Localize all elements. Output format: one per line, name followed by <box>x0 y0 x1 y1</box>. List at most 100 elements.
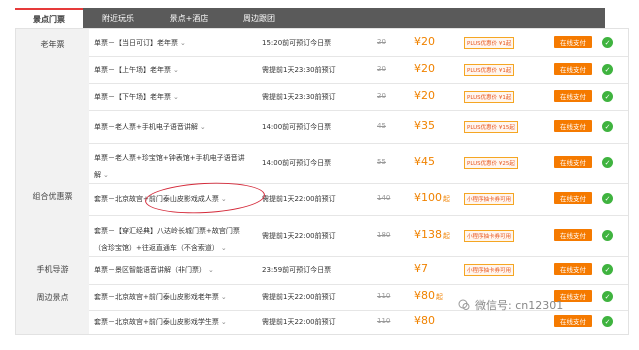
wechat-icon[interactable]: ✓ <box>602 264 613 275</box>
ticket-row: 单票－【当日可订】老年票 ⌄ 15:20前可预订今日票 20 ¥20 PLUS优惠价 ¥1… <box>16 29 628 57</box>
ticket-name-line: 套票－【穿汇经典】八达岭长城门票+故宫门票 <box>94 227 240 235</box>
price-value: ¥80 <box>414 314 435 327</box>
wechat-logo-icon <box>458 299 470 310</box>
booking-rule: 14:00前可预订今日票 <box>262 123 332 131</box>
pay-online-button[interactable]: 在线支付 <box>554 63 592 75</box>
price-suffix: 起 <box>443 232 450 240</box>
booking-rule: 需提前1天23:30前预订 <box>262 93 336 101</box>
category-label: 老年票 <box>16 29 89 183</box>
pay-online-button[interactable]: 在线支付 <box>554 36 592 48</box>
ticket-name-line: 单票－【当日可订】老年票 ⌄ <box>94 39 186 47</box>
wechat-icon[interactable]: ✓ <box>602 157 613 168</box>
pay-online-button[interactable]: 在线支付 <box>554 263 592 275</box>
ticket-name-line: 套票－北京故宫+前门泰山皮影戏老年票 ⌄ <box>94 293 227 301</box>
wechat-watermark: 微信号: cn12301 <box>458 297 563 313</box>
promo-badge: 小程序抽卡券可用 <box>464 264 515 276</box>
ticket-name-line: 套票－北京故宫+前门泰山皮影戏学生票 ⌄ <box>94 318 227 326</box>
wechat-icon[interactable]: ✓ <box>602 230 613 241</box>
current-price: ¥100起 <box>414 191 450 204</box>
pay-online-button[interactable]: 在线支付 <box>554 156 592 168</box>
current-price: ¥20 <box>414 35 435 48</box>
original-price: 20 <box>377 38 386 46</box>
category-label: 周边景点 <box>16 284 89 334</box>
wechat-icon[interactable]: ✓ <box>602 91 613 102</box>
booking-rule: 需提前1天22:00前预订 <box>262 318 336 326</box>
ticket-name[interactable]: 单票－【上午场】老年票 ⌄ <box>94 65 179 75</box>
ticket-name[interactable]: 单票－老人票+手机电子语音讲解 ⌄ <box>94 122 206 132</box>
wechat-icon[interactable]: ✓ <box>602 316 613 327</box>
booking-rule: 需提前1天22:00前预订 <box>262 232 336 240</box>
price-suffix: 起 <box>443 195 450 203</box>
promo-badge: PLUS优惠价 ¥1起 <box>464 37 515 49</box>
pay-online-button[interactable]: 在线支付 <box>554 315 592 327</box>
booking-rule: 需提前1天22:00前预订 <box>262 293 336 301</box>
price-value: ¥35 <box>414 119 435 132</box>
ticket-name-line: 单票－老人票+手机电子语音讲解 ⌄ <box>94 123 206 131</box>
ticket-name[interactable]: 套票－北京故宫+前门泰山皮影戏老年票 ⌄ <box>94 292 227 302</box>
original-price: 45 <box>377 122 386 130</box>
price-suffix: 起 <box>436 293 443 301</box>
ticket-name-line: （含珍宝馆）+往返直通车（不含索道） ⌄ <box>94 244 227 252</box>
promo-badge: 小程序抽卡券可用 <box>464 193 515 205</box>
current-price: ¥20 <box>414 62 435 75</box>
current-price: ¥138起 <box>414 228 450 241</box>
wechat-icon[interactable]: ✓ <box>602 37 613 48</box>
ticket-name[interactable]: 单票－【当日可订】老年票 ⌄ <box>94 38 186 48</box>
pay-online-button[interactable]: 在线支付 <box>554 120 592 132</box>
original-price: 180 <box>377 231 391 239</box>
wechat-icon[interactable]: ✓ <box>602 291 613 302</box>
chevron-down-icon: ⌄ <box>180 39 186 47</box>
wechat-icon[interactable]: ✓ <box>602 193 613 204</box>
chevron-down-icon: ⌄ <box>220 293 227 301</box>
pay-online-button[interactable]: 在线支付 <box>554 229 592 241</box>
promo-badge: PLUS优惠价 ¥1起 <box>464 64 515 76</box>
ticket-name-line: 解 ⌄ <box>94 171 109 179</box>
ticket-row: 套票－【穿汇经典】八达岭长城门票+故宫门票 （含珍宝馆）+往返直通车（不含索道） ⌄… <box>16 215 628 257</box>
original-price: 20 <box>377 92 386 100</box>
ticket-row: 单票－老人票+珍宝馆+钟表馆+手机电子语音讲解 ⌄ 14:00前可预订今日票 55 ¥4… <box>16 143 628 184</box>
category-label: 手机导游 <box>16 256 89 284</box>
tab-scenic-tickets[interactable]: 景点门票 <box>15 8 83 28</box>
tab-nearby-tours[interactable]: 周边跟团 <box>225 8 293 28</box>
price-value: ¥7 <box>414 262 428 275</box>
ticket-name[interactable]: 单票－景区智能语音讲解（非门票） ⌄ <box>94 265 214 275</box>
price-value: ¥100 <box>414 191 442 204</box>
ticket-name-line: 单票－景区智能语音讲解（非门票） ⌄ <box>94 266 214 274</box>
chevron-down-icon: ⌄ <box>208 266 214 274</box>
original-price: 140 <box>377 194 391 202</box>
ticket-row: 单票－【上午场】老年票 ⌄ 需提前1天23:30前预订 20 ¥20 PLUS优惠价 ¥1… <box>16 56 628 84</box>
ticket-tabs: 景点门票 附近玩乐 景点+酒店 周边跟团 <box>15 8 605 28</box>
original-price: 20 <box>377 65 386 73</box>
tab-scenic-hotel[interactable]: 景点+酒店 <box>153 8 225 28</box>
ticket-name-line: 单票－【下午场】老年票 ⌄ <box>94 93 179 101</box>
current-price: ¥20 <box>414 89 435 102</box>
promo-badge: PLUS优惠价 ¥25起 <box>464 157 518 169</box>
booking-rule: 需提前1天22:00前预订 <box>262 195 336 203</box>
ticket-name[interactable]: 单票－老人票+珍宝馆+钟表馆+手机电子语音讲解 ⌄ <box>94 153 245 180</box>
price-value: ¥20 <box>414 35 435 48</box>
price-value: ¥45 <box>414 155 435 168</box>
ticket-name[interactable]: 套票－北京故宫+前门泰山皮影戏学生票 ⌄ <box>94 317 227 327</box>
booking-rule: 15:20前可预订今日票 <box>262 39 332 47</box>
price-value: ¥80 <box>414 289 435 302</box>
ticket-name[interactable]: 单票－【下午场】老年票 ⌄ <box>94 92 179 102</box>
ticket-name-line: 单票－【上午场】老年票 ⌄ <box>94 66 179 74</box>
ticket-row: 套票－北京故宫+前门泰山皮影戏学生票 ⌄ 需提前1天22:00前预订 110 ¥80 在线… <box>16 310 628 334</box>
ticket-name[interactable]: 套票－【穿汇经典】八达岭长城门票+故宫门票 （含珍宝馆）+往返直通车（不含索道） ⌄ <box>94 226 240 253</box>
booking-rule: 14:00前可预订今日票 <box>262 159 332 167</box>
original-price: 55 <box>377 158 386 166</box>
promo-badge: PLUS优惠价 ¥1起 <box>464 91 515 103</box>
wechat-icon[interactable]: ✓ <box>602 121 613 132</box>
tab-nearby-fun[interactable]: 附近玩乐 <box>83 8 153 28</box>
wechat-icon[interactable]: ✓ <box>602 64 613 75</box>
chevron-down-icon: ⌄ <box>199 123 206 131</box>
price-value: ¥20 <box>414 62 435 75</box>
pay-online-button[interactable]: 在线支付 <box>554 90 592 102</box>
current-price: ¥45 <box>414 155 435 168</box>
price-value: ¥138 <box>414 228 442 241</box>
watermark-text: 微信号: cn12301 <box>475 299 564 312</box>
ticket-row: 单票－老人票+手机电子语音讲解 ⌄ 14:00前可预订今日票 45 ¥35 PLUS优惠价… <box>16 110 628 144</box>
price-value: ¥20 <box>414 89 435 102</box>
booking-rule: 23:59前可预订今日票 <box>262 266 332 274</box>
pay-online-button[interactable]: 在线支付 <box>554 192 592 204</box>
